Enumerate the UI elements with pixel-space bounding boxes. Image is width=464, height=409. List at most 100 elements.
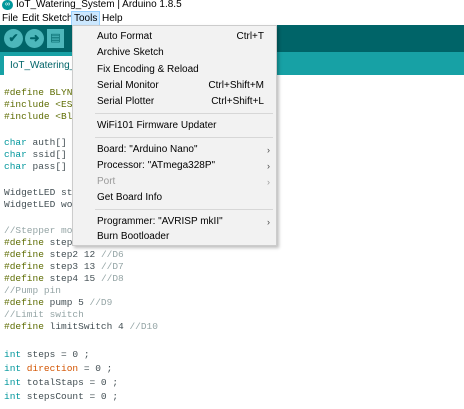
menu-item-label: Serial Plotter xyxy=(97,96,155,107)
menu-item-archive-sketch[interactable]: Archive Sketch xyxy=(73,45,276,61)
menu-separator xyxy=(95,113,273,114)
menu-sketch[interactable]: Sketch xyxy=(40,12,75,25)
code-line: int direction = 0 ; xyxy=(4,363,112,375)
code-line: #define step3 13 //D7 xyxy=(4,261,124,273)
code-text: pass[] = xyxy=(26,161,79,172)
code-comment: //Limit switch xyxy=(4,309,84,320)
code-line: #define limitSwitch 4 //D10 xyxy=(4,321,158,333)
menu-item-serial-plotter[interactable]: Serial Plotter Ctrl+Shift+L xyxy=(73,94,276,110)
code-keyword: char xyxy=(4,137,27,148)
code-keyword: int xyxy=(4,349,22,360)
menu-item-label: Get Board Info xyxy=(97,192,163,203)
code-text: totalStaps = 0 ; xyxy=(21,377,119,388)
code-keyword: int xyxy=(4,377,22,388)
menu-item-get-board-info[interactable]: Get Board Info xyxy=(73,190,276,206)
menu-item-fix-encoding[interactable]: Fix Encoding & Reload xyxy=(73,62,276,78)
code-keyword: #define xyxy=(4,273,44,284)
code-text: auth[] = xyxy=(26,137,79,148)
menu-item-serial-monitor[interactable]: Serial Monitor Ctrl+Shift+M xyxy=(73,78,276,94)
code-comment: //Pump pin xyxy=(4,285,62,296)
menu-item-label: Programmer: "AVRISP mkII" xyxy=(97,216,223,227)
menu-item-label: Auto Format xyxy=(97,31,153,42)
menu-edit[interactable]: Edit xyxy=(20,12,41,25)
menu-item-burn-bootloader[interactable]: Burn Bootloader xyxy=(73,229,276,245)
code-text: limitSwitch 4 xyxy=(43,321,130,332)
code-text: ssid[] = xyxy=(26,149,79,160)
verify-icon[interactable]: ✔ xyxy=(4,29,23,48)
code-line: #define step2 12 //D6 xyxy=(4,249,124,261)
menu-separator xyxy=(95,137,273,138)
menu-help[interactable]: Help xyxy=(100,12,125,25)
new-sketch-icon[interactable]: ▤ xyxy=(47,29,64,48)
menu-separator xyxy=(95,209,273,210)
menu-bar: File Edit Sketch Tools Help xyxy=(0,11,464,26)
menu-item-shortcut: Ctrl+Shift+M xyxy=(208,80,264,91)
code-line: char ssid[] = xyxy=(4,149,78,161)
code-line: #define pump 5 //D9 xyxy=(4,297,112,309)
menu-item-shortcut: Ctrl+T xyxy=(236,31,265,42)
menu-item-label: Port xyxy=(97,176,116,187)
code-line: WidgetLED wor xyxy=(4,199,78,211)
menu-item-label: Archive Sketch xyxy=(97,47,164,58)
menu-item-label: Board: "Arduino Nano" xyxy=(97,144,198,155)
code-line: char auth[] = xyxy=(4,137,78,149)
chevron-right-icon: › xyxy=(267,177,270,187)
code-text: steps = 0 ; xyxy=(21,349,90,360)
chevron-right-icon: › xyxy=(267,161,270,171)
upload-icon[interactable]: ➜ xyxy=(25,29,44,48)
title-bar: ∞ IoT_Watering_System | Arduino 1.8.5 xyxy=(0,0,464,11)
code-text: WidgetLED wor xyxy=(4,199,79,210)
code-text: step2 12 xyxy=(43,249,101,260)
code-text: #define BLYNK xyxy=(4,87,79,98)
code-line: WidgetLED sta xyxy=(4,187,78,199)
menu-tools[interactable]: Tools xyxy=(71,11,101,26)
menu-item-board[interactable]: Board: "Arduino Nano" › xyxy=(73,142,276,158)
code-keyword: char xyxy=(4,161,27,172)
code-text: = 0 ; xyxy=(78,363,113,374)
code-line: #define BLYNK xyxy=(4,87,78,99)
code-identifier: direction xyxy=(21,363,79,374)
code-text: WidgetLED sta xyxy=(4,187,79,198)
code-line: #include <Bly xyxy=(4,111,78,123)
code-keyword: char xyxy=(4,149,27,160)
code-line: int stepsCount = 0 ; xyxy=(4,391,118,403)
code-text: step4 15 xyxy=(43,273,101,284)
code-line: #include <ESP xyxy=(4,99,78,111)
menu-item-label: WiFi101 Firmware Updater xyxy=(97,120,217,131)
code-keyword: #define xyxy=(4,249,44,260)
chevron-right-icon: › xyxy=(267,145,270,155)
menu-file[interactable]: File xyxy=(0,12,20,25)
menu-item-auto-format[interactable]: Auto Format Ctrl+T xyxy=(73,29,276,45)
menu-item-port: Port › xyxy=(73,174,276,190)
code-line: //Limit switch xyxy=(4,309,84,321)
arduino-logo-icon: ∞ xyxy=(2,0,13,10)
code-comment: //D8 xyxy=(100,273,124,284)
code-keyword: #define xyxy=(4,261,44,272)
code-line: //Pump pin xyxy=(4,285,61,297)
menu-item-label: Fix Encoding & Reload xyxy=(97,64,199,75)
tools-dropdown-menu: Auto Format Ctrl+T Archive Sketch Fix En… xyxy=(72,25,277,246)
code-comment: //D9 xyxy=(89,297,113,308)
code-line: char pass[] = xyxy=(4,161,78,173)
code-text: stepsCount = 0 ; xyxy=(21,391,119,402)
menu-item-processor[interactable]: Processor: "ATmega328P" › xyxy=(73,158,276,174)
code-line: int steps = 0 ; xyxy=(4,349,90,361)
code-line: //Stepper mot xyxy=(4,225,78,237)
menu-item-label: Processor: "ATmega328P" xyxy=(97,160,216,171)
code-text: #include <ESP xyxy=(4,99,79,110)
menu-item-label: Burn Bootloader xyxy=(97,231,170,242)
menu-item-shortcut: Ctrl+Shift+L xyxy=(211,96,264,107)
code-comment: //D7 xyxy=(100,261,124,272)
code-comment: //D10 xyxy=(129,321,158,332)
chevron-right-icon: › xyxy=(267,217,270,227)
code-text: #include <Bly xyxy=(4,111,79,122)
code-line: int totalStaps = 0 ; xyxy=(4,377,118,389)
code-text: step3 13 xyxy=(43,261,101,272)
code-keyword: #define xyxy=(4,237,44,248)
menu-item-programmer[interactable]: Programmer: "AVRISP mkII" › xyxy=(73,214,276,230)
code-keyword: #define xyxy=(4,297,44,308)
code-comment: //D6 xyxy=(100,249,124,260)
menu-item-wifi101-updater[interactable]: WiFi101 Firmware Updater xyxy=(73,118,276,134)
code-keyword: int xyxy=(4,391,22,402)
tab-sketch[interactable]: IoT_Watering_ xyxy=(4,56,80,75)
